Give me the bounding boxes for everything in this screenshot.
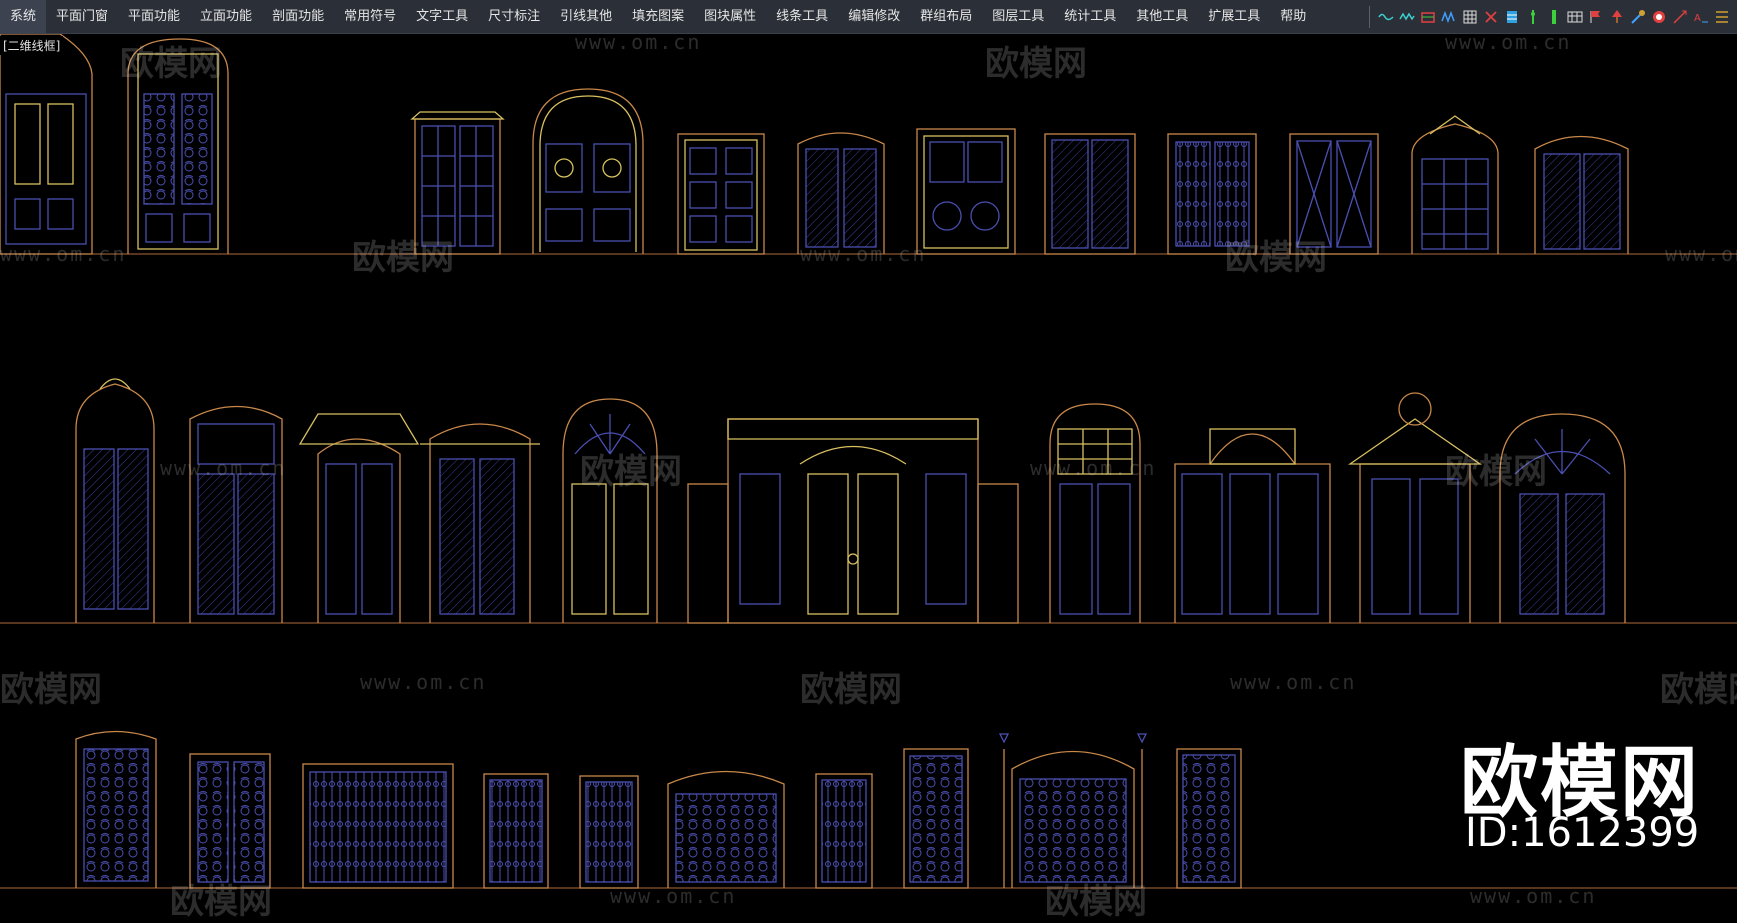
gate-r3-wide-grille — [302, 763, 454, 889]
brush-icon[interactable] — [1629, 8, 1647, 26]
door-r2-sunburst — [562, 398, 658, 623]
door-r1-six-panel — [677, 133, 765, 255]
gate-r3-side-panel — [1176, 748, 1242, 889]
menu-leader-other[interactable]: 引线其他 — [550, 0, 622, 34]
gate-r3-bars-1 — [483, 773, 549, 889]
column-icon[interactable] — [1545, 8, 1563, 26]
spline-icon[interactable] — [1440, 8, 1458, 26]
menu-layer-tools[interactable]: 图层工具 — [982, 0, 1054, 34]
menu-hatch-patterns[interactable]: 填充图案 — [622, 0, 694, 34]
target-icon[interactable] — [1650, 8, 1668, 26]
door-r1-pedimented-grid — [1411, 115, 1499, 254]
block-insert-icon[interactable] — [1419, 8, 1437, 26]
row1-doors — [0, 33, 1629, 255]
door-r2-keystone — [298, 413, 420, 623]
menu-dimensions[interactable]: 尺寸标注 — [478, 0, 550, 34]
menu-plan-functions[interactable]: 平面功能 — [118, 0, 190, 34]
door-r1-arched-hatched — [1534, 135, 1629, 254]
tree-icon[interactable] — [1608, 8, 1626, 26]
door-r2-wide-grid — [1174, 428, 1331, 623]
door-r2-onion-arch — [75, 378, 155, 623]
wave-line-icon[interactable] — [1377, 8, 1395, 26]
zigzag-line-icon[interactable] — [1398, 8, 1416, 26]
menu-common-symbols[interactable]: 常用符号 — [334, 0, 406, 34]
door-r2-pedimented — [1347, 392, 1483, 623]
layer-stack-icon[interactable] — [1503, 8, 1521, 26]
door-r1-glazed-grid — [410, 111, 505, 255]
menu-statistics-tools[interactable]: 统计工具 — [1054, 0, 1126, 34]
vertical-align-icon[interactable] — [1524, 8, 1542, 26]
cross-marker-icon[interactable] — [1482, 8, 1500, 26]
door-r1-studded — [1167, 133, 1257, 255]
svg-text:A: A — [1694, 13, 1701, 24]
menu-extension-tools[interactable]: 扩展工具 — [1198, 0, 1270, 34]
door-r2-transom-double — [189, 405, 283, 623]
gate-r3-scroll-crown — [75, 730, 157, 888]
door-r1-roundel — [916, 128, 1016, 255]
door-r2-grid-arch — [1049, 403, 1141, 623]
row3-gates — [75, 730, 1242, 889]
door-r1-partial-left — [0, 33, 93, 255]
gate-r3-tall-panel — [903, 748, 969, 889]
text-style-icon[interactable]: A — [1692, 8, 1710, 26]
toolbar: A — [1365, 4, 1731, 30]
flag-icon[interactable] — [1587, 8, 1605, 26]
gate-r3-arched-iron — [667, 770, 785, 888]
model-id-label: ID:1612399 — [1465, 810, 1700, 856]
door-r2-fanlight — [420, 423, 540, 623]
menu-text-tools[interactable]: 文字工具 — [406, 0, 478, 34]
menu-system[interactable]: 系统 — [0, 0, 47, 34]
menu-bar: 系统 平面门窗 平面功能 立面功能 剖面功能 常用符号 文字工具 尺寸标注 引线… — [0, 0, 1737, 34]
menu-edit-modify[interactable]: 编辑修改 — [838, 0, 910, 34]
door-r1-hatched-glass — [797, 132, 885, 254]
door-r1-arched-panel — [532, 88, 644, 254]
door-r1-tall-double — [127, 38, 229, 254]
draw-line-icon[interactable] — [1671, 8, 1689, 26]
gate-r3-bars-2 — [579, 775, 639, 889]
settings-icon[interactable] — [1713, 8, 1731, 26]
door-r1-diamond-glass — [1289, 133, 1379, 255]
menu-help[interactable]: 帮助 — [1270, 0, 1316, 34]
menu-plan-doors-windows[interactable]: 平面门窗 — [46, 0, 118, 34]
door-r2-radial-arch — [1499, 413, 1626, 623]
viewport-label[interactable]: [二维线框] — [0, 36, 64, 55]
grid-icon[interactable] — [1461, 8, 1479, 26]
door-r2-grand-entrance — [687, 418, 1019, 624]
menu-line-tools[interactable]: 线条工具 — [766, 0, 838, 34]
menu-block-attributes[interactable]: 图块属性 — [694, 0, 766, 34]
gate-r3-ornate-main — [998, 733, 1148, 888]
menu-elevation-functions[interactable]: 立面功能 — [190, 0, 262, 34]
toolbar-separator — [1369, 6, 1370, 28]
menu-other-tools[interactable]: 其他工具 — [1126, 0, 1198, 34]
door-r1-mullion — [1044, 133, 1136, 255]
gate-r3-double — [189, 753, 271, 889]
gate-r3-small — [815, 773, 873, 889]
row2-doors — [75, 378, 1626, 624]
table-icon[interactable] — [1566, 8, 1584, 26]
menu-section-functions[interactable]: 剖面功能 — [262, 0, 334, 34]
menu-group-layout[interactable]: 群组布局 — [910, 0, 982, 34]
